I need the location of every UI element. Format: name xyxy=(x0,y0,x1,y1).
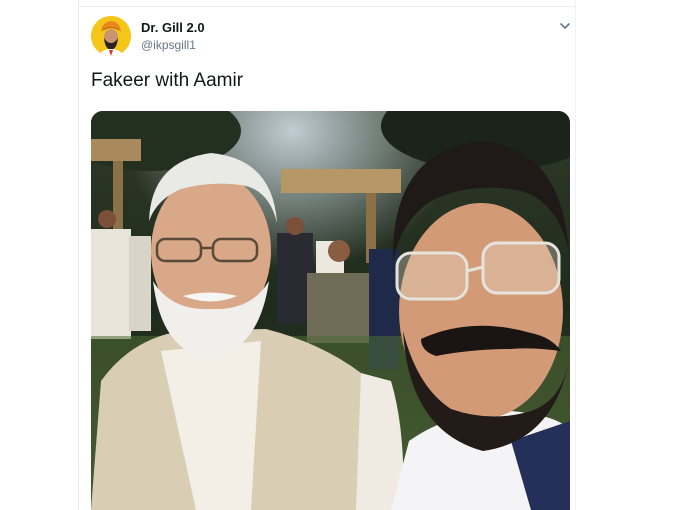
avatar[interactable] xyxy=(91,16,131,56)
tweet-author[interactable]: Dr. Gill 2.0 @ikpsgill1 xyxy=(141,20,205,53)
tweet-card[interactable]: Dr. Gill 2.0 @ikpsgill1 Fakeer with Aami… xyxy=(79,7,575,510)
column-right-border xyxy=(575,0,576,510)
chevron-down-icon[interactable] xyxy=(558,19,572,33)
turbaned-man-avatar-icon xyxy=(91,16,131,56)
tweet-media-photo[interactable] xyxy=(91,111,570,510)
selfie-photo-icon xyxy=(91,111,570,510)
display-name[interactable]: Dr. Gill 2.0 xyxy=(141,20,205,36)
user-handle[interactable]: @ikpsgill1 xyxy=(141,37,205,53)
tweet-text: Fakeer with Aamir xyxy=(91,70,244,91)
